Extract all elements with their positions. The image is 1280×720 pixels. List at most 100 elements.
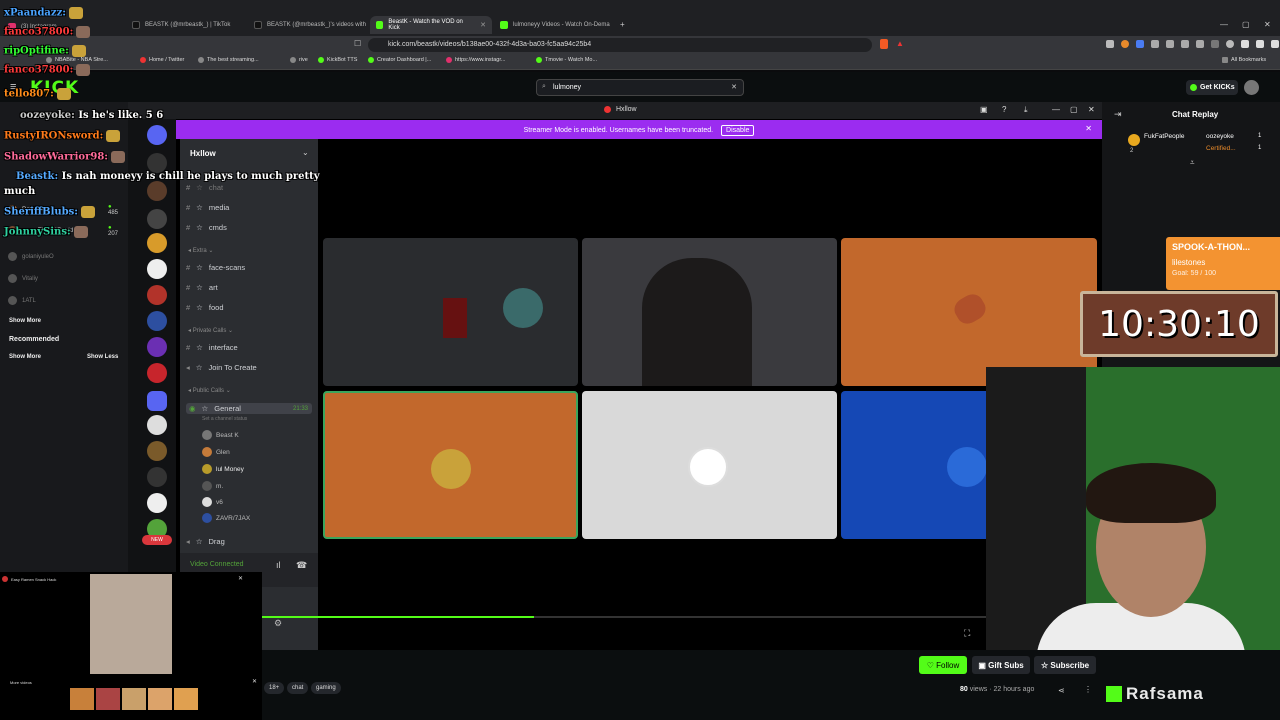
tab-tiktok[interactable]: BEASTK (@mrbeastk_) | TikTok (126, 16, 236, 34)
extension-icon[interactable] (1121, 40, 1129, 48)
server-icon[interactable] (147, 285, 167, 305)
server-icon[interactable] (147, 209, 167, 229)
noise-suppression-icon[interactable]: ıl (276, 560, 281, 570)
show-more-link[interactable]: Show More (9, 354, 41, 360)
follow-button[interactable]: ♡ Follow (919, 656, 967, 674)
url-field[interactable]: kick.com/beastk/videos/b138ae00-432f-4d3… (368, 38, 872, 52)
share-icon[interactable]: ⋖ (1058, 686, 1065, 695)
disable-button[interactable]: Disable (721, 125, 755, 136)
extension-icon[interactable] (1196, 40, 1204, 48)
avatar[interactable] (1244, 80, 1259, 95)
video-thumbnail[interactable] (174, 688, 198, 710)
bookmark-item[interactable]: NBABite - NBA Stre... (46, 57, 108, 63)
bookmark-item[interactable]: Creator Dashboard |... (368, 57, 431, 63)
voice-user[interactable]: v6 (202, 497, 223, 507)
filter-icon[interactable]: ⩡ (1190, 158, 1195, 168)
new-tab-icon[interactable]: + (620, 20, 625, 29)
close-banner-icon[interactable]: ✕ (1085, 124, 1092, 133)
server-icon[interactable] (147, 467, 167, 487)
disconnect-icon[interactable]: ☎ (296, 560, 307, 571)
bookmark-item[interactable]: Home / Twitter (140, 57, 184, 63)
mini-video-player[interactable]: Easy Ramen Snack Hack ✕ More videos ✕ (0, 572, 262, 720)
close-icon[interactable]: ✕ (1088, 105, 1095, 114)
server-icon[interactable] (147, 181, 167, 201)
channel-join-to-create[interactable]: ◂ ☆ Join To Create (186, 363, 257, 372)
server-icon[interactable] (147, 493, 167, 513)
video-tile-speaking[interactable] (323, 391, 578, 539)
channel-face-scans[interactable]: # ☆ face-scans (186, 263, 245, 272)
bookmark-item[interactable]: rive (290, 57, 308, 63)
extension-icon[interactable] (1136, 40, 1144, 48)
channel-food[interactable]: # ☆ food (186, 303, 224, 312)
close-mini-player-icon[interactable]: ✕ (238, 575, 243, 582)
tab-lulmoneyy[interactable]: lulmoneyy Videos - Watch On-Dema (494, 16, 616, 34)
tag-chip[interactable]: 18+ (264, 682, 285, 694)
bookmark-item[interactable]: Tmovie - Watch Mo... (536, 57, 597, 63)
channel-cmds[interactable]: # ☆ cmds (186, 223, 227, 232)
settings-gear-icon[interactable]: ⚙ (274, 618, 282, 629)
server-icon[interactable] (147, 363, 167, 383)
category-private-calls[interactable]: ◂ Private Calls ⌄ (188, 327, 233, 334)
brave-rewards-icon[interactable]: ▲ (896, 39, 904, 48)
bookmark-item[interactable]: KickBot TTS (318, 57, 357, 63)
extension-icon[interactable] (1106, 40, 1114, 48)
video-thumbnail[interactable] (96, 688, 120, 710)
close-icon[interactable]: ✕ (252, 678, 257, 685)
sidebar-channel-offline[interactable]: 1ATL (8, 296, 36, 305)
show-more-link[interactable]: Show More (9, 318, 41, 324)
video-thumbnail[interactable] (70, 688, 94, 710)
extension-icon[interactable] (1211, 40, 1219, 48)
media-icon[interactable] (1241, 40, 1249, 48)
minimize-icon[interactable]: — (1220, 20, 1228, 29)
video-tile[interactable] (841, 238, 1097, 386)
video-tile[interactable] (582, 391, 837, 539)
server-icon[interactable] (147, 233, 167, 253)
voice-user[interactable]: Beast K (202, 430, 239, 440)
channel-status[interactable]: Set a channel status (202, 416, 247, 422)
bookmark-star-icon[interactable]: ☐ (354, 39, 361, 48)
download-icon[interactable]: ⤓ (1024, 105, 1028, 115)
server-name[interactable]: Hxllow (190, 149, 216, 158)
fullscreen-icon[interactable]: ⛶ (964, 628, 970, 639)
brave-shield-icon[interactable] (880, 39, 888, 49)
extension-icon[interactable] (1181, 40, 1189, 48)
server-icon[interactable] (147, 153, 167, 173)
voice-channel-drag[interactable]: ◂ ☆ Drag (186, 537, 225, 546)
channel-media[interactable]: # ☆ media (186, 203, 229, 212)
category-public-calls[interactable]: ◂ Public Calls ⌄ (188, 387, 231, 394)
inbox-icon[interactable]: ▣ (980, 105, 988, 114)
tag-chip[interactable]: gaming (311, 682, 341, 694)
voice-user[interactable]: Glen (202, 447, 230, 457)
category-extra[interactable]: ◂ Extra ⌄ (188, 247, 213, 254)
help-icon[interactable]: ? (1002, 105, 1006, 114)
tab-tiktok-videos[interactable]: BEASTK (@mrbeastk_)'s videos with (248, 16, 372, 34)
channel-art[interactable]: # ☆ art (186, 283, 218, 292)
clear-search-icon[interactable]: ✕ (731, 83, 737, 91)
server-icon[interactable] (147, 337, 167, 357)
close-tab-icon[interactable]: ✕ (480, 21, 486, 29)
tag-chip[interactable]: chat (287, 682, 309, 694)
sidebar-icon[interactable] (1256, 40, 1264, 48)
extension-icon[interactable] (1151, 40, 1159, 48)
extension-icon[interactable] (1226, 40, 1234, 48)
voice-channel-general[interactable]: ◉ ☆ General 21:33 (186, 403, 312, 414)
channel-interface[interactable]: # ☆ interface (186, 343, 238, 352)
subscribe-button[interactable]: ☆ Subscribe (1034, 656, 1096, 674)
minimize-icon[interactable]: — (1052, 105, 1060, 114)
maximize-icon[interactable]: ▢ (1242, 20, 1250, 29)
search-input[interactable]: ⌕ lulmoney ✕ (536, 79, 744, 96)
server-icon[interactable] (147, 311, 167, 331)
video-thumbnail[interactable] (122, 688, 146, 710)
voice-user[interactable]: m. (202, 481, 223, 491)
server-icon[interactable] (147, 441, 167, 461)
channel-chat[interactable]: # ☆ chat (186, 183, 223, 192)
server-icon[interactable] (147, 259, 167, 279)
sidebar-channel-offline[interactable]: Vitaliy (8, 274, 38, 283)
voice-user[interactable]: lul Money (202, 464, 244, 474)
show-less-link[interactable]: Show Less (87, 354, 118, 360)
get-kicks-button[interactable]: Get KICKs (1186, 80, 1238, 95)
gift-subs-button[interactable]: ▣ Gift Subs (972, 656, 1030, 674)
voice-user[interactable]: ZAVR/7JAX (202, 513, 250, 523)
extension-icon[interactable] (1166, 40, 1174, 48)
server-folder-icon[interactable] (147, 391, 167, 411)
